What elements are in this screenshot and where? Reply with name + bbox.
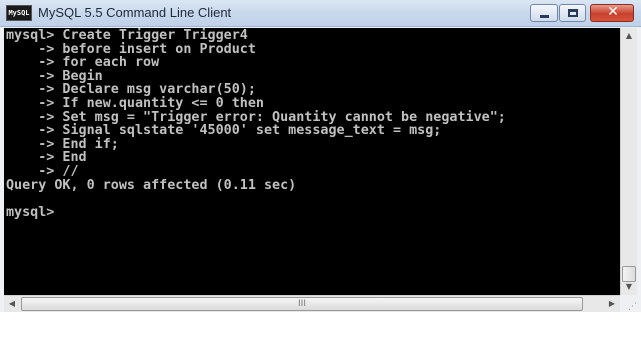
scroll-up-arrow-icon[interactable]: ▲: [621, 28, 637, 44]
resize-grip-icon[interactable]: ⋰: [620, 295, 637, 312]
scroll-down-arrow-icon[interactable]: ▼: [621, 279, 637, 295]
vertical-scrollbar[interactable]: ▲ ▼: [620, 28, 637, 295]
horizontal-scrollbar[interactable]: ◀ III ▶: [4, 295, 620, 312]
console-line: mysql>: [6, 204, 55, 220]
close-icon: ✕: [607, 4, 619, 20]
minimize-icon: [540, 15, 549, 18]
maximize-button[interactable]: [559, 4, 586, 22]
minimize-button[interactable]: [530, 4, 558, 22]
scroll-grip-icon: III: [298, 299, 306, 309]
console-line: Query OK, 0 rows affected (0.11 sec): [6, 177, 297, 193]
console-window: MySQL MySQL 5.5 Command Line Client ✕ my…: [0, 0, 641, 350]
console-output[interactable]: mysql> Create Trigger Trigger4 -> before…: [4, 28, 620, 295]
window-bottom-edge: [0, 312, 641, 350]
scroll-right-arrow-icon[interactable]: ▶: [604, 296, 620, 312]
scroll-left-arrow-icon[interactable]: ◀: [4, 296, 20, 312]
close-button[interactable]: ✕: [590, 4, 634, 22]
console-text: mysql> Create Trigger Trigger4 -> before…: [4, 28, 620, 219]
maximize-icon: [568, 9, 578, 17]
horizontal-scroll-thumb[interactable]: III: [21, 297, 583, 311]
mysql-app-icon: MySQL: [6, 5, 32, 21]
window-title: MySQL 5.5 Command Line Client: [38, 5, 232, 20]
title-bar[interactable]: MySQL MySQL 5.5 Command Line Client ✕: [0, 0, 641, 27]
